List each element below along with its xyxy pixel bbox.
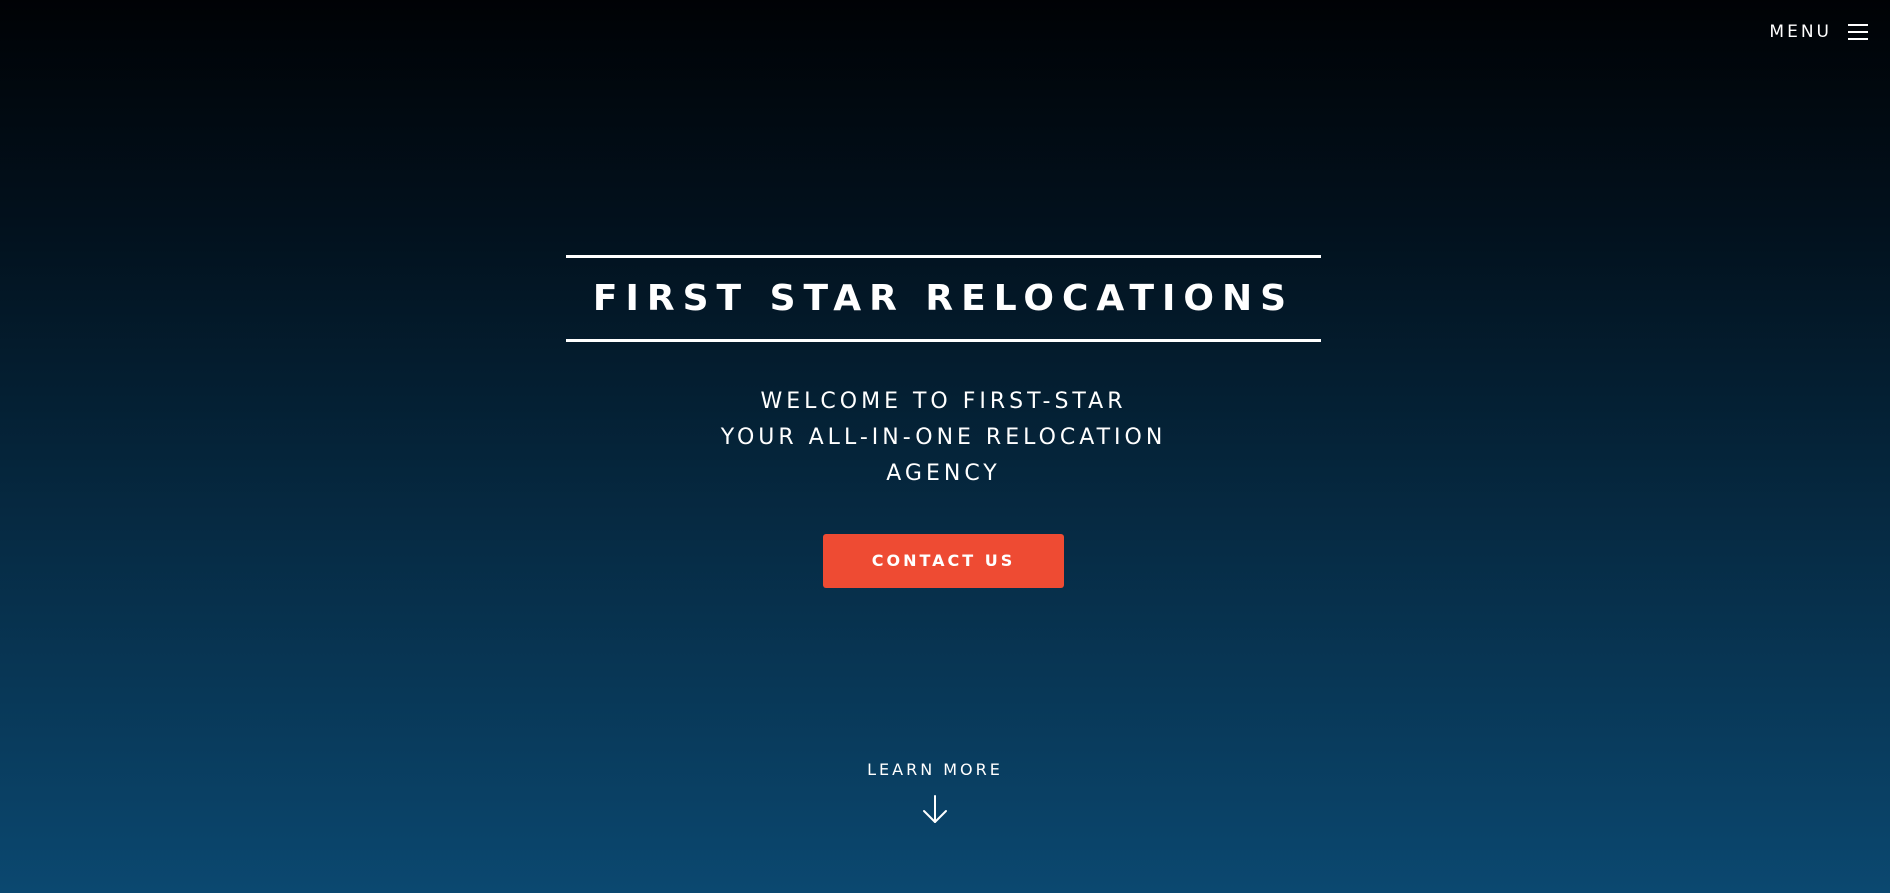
arrow-down-icon[interactable] bbox=[920, 793, 950, 825]
menu-label: MENU bbox=[1769, 22, 1832, 42]
hamburger-icon[interactable] bbox=[1848, 24, 1868, 40]
title-frame: FIRST STAR RELOCATIONS bbox=[566, 255, 1321, 342]
contact-us-button[interactable]: CONTACT US bbox=[823, 534, 1064, 588]
learn-more-label: LEARN MORE bbox=[867, 760, 1003, 779]
hero-section: FIRST STAR RELOCATIONS WELCOME TO FIRST-… bbox=[566, 255, 1321, 588]
site-title: FIRST STAR RELOCATIONS bbox=[592, 278, 1295, 319]
learn-more-link[interactable]: LEARN MORE bbox=[835, 760, 1035, 825]
menu-toggle[interactable]: MENU bbox=[1769, 22, 1868, 42]
hamburger-line bbox=[1848, 24, 1868, 26]
hero-tagline: WELCOME TO FIRST-STAR YOUR ALL-IN-ONE RE… bbox=[566, 384, 1321, 492]
tagline-line: WELCOME TO FIRST-STAR bbox=[760, 389, 1127, 414]
hamburger-line bbox=[1848, 38, 1868, 40]
tagline-line: YOUR ALL-IN-ONE RELOCATION bbox=[720, 425, 1167, 450]
tagline-line: AGENCY bbox=[886, 461, 1001, 486]
hamburger-line bbox=[1848, 31, 1868, 33]
